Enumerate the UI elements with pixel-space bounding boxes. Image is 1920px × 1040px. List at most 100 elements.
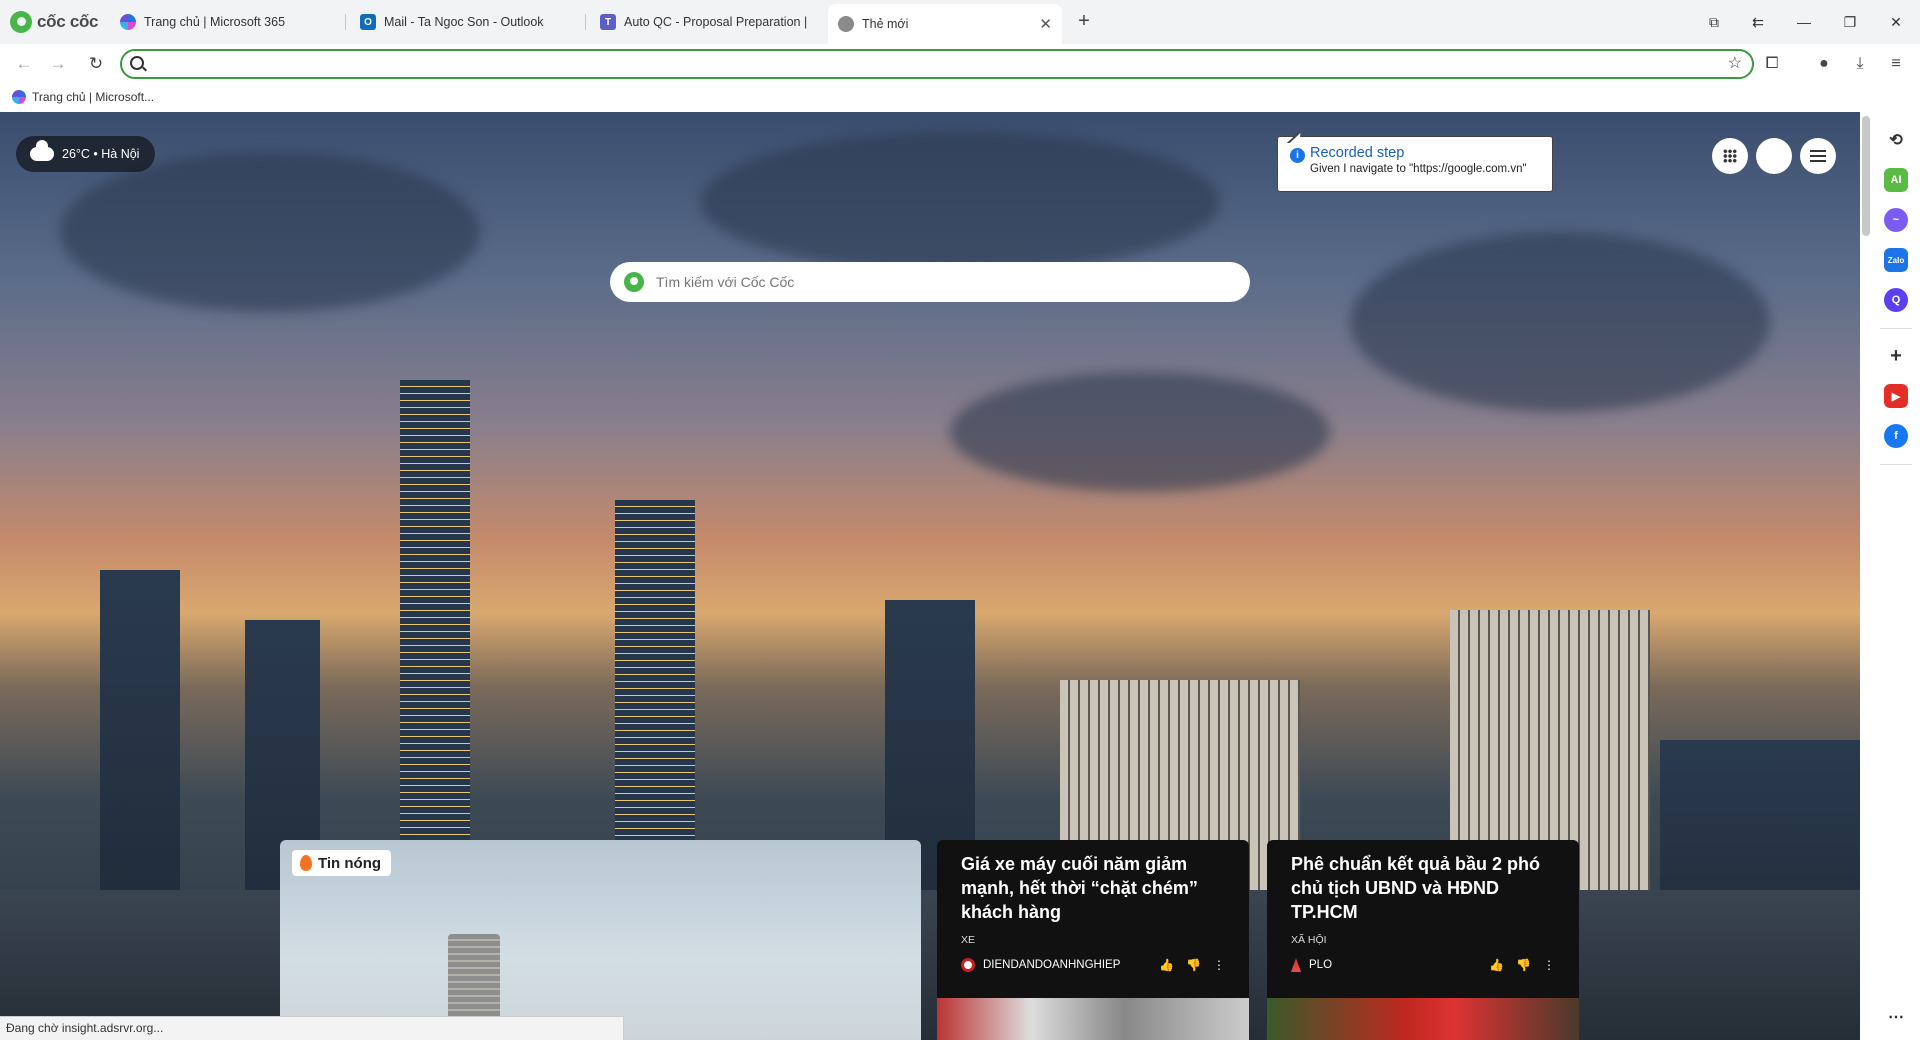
dislike-icon[interactable]: 👎 (1186, 958, 1201, 972)
messenger-icon[interactable]: ~ (1884, 208, 1908, 232)
teams-icon: T (600, 14, 616, 30)
tab-title: Trang chủ | Microsoft 365 (144, 15, 286, 29)
news-category: XÃ HỘI (1291, 934, 1327, 946)
bookmark-microsoft-365[interactable]: Trang chủ | Microsoft... (12, 90, 154, 104)
news-category: XE (961, 934, 976, 946)
toolbar: ← → ↻ ☆ ⧠ ● ⤓ ≡ (0, 44, 1920, 84)
news-thumbnail (1267, 998, 1579, 1040)
cloudy-weather-icon (30, 140, 54, 161)
news-source[interactable]: PLO (1309, 959, 1332, 971)
menu-icon[interactable]: ≡ (1884, 52, 1908, 76)
account-button[interactable] (1756, 138, 1792, 174)
apps-button[interactable] (1712, 138, 1748, 174)
facebook-icon[interactable]: f (1884, 424, 1908, 448)
tab-title: Mail - Ta Ngoc Son - Outlook (384, 15, 544, 29)
back-history-icon[interactable]: ⇇ (1746, 10, 1770, 34)
coccoc-search-input[interactable] (656, 274, 1216, 290)
outlook-icon: O (360, 14, 376, 30)
extensions-icon[interactable]: ⧠ (1760, 52, 1784, 76)
more-options-icon[interactable]: ⋮ (1543, 958, 1555, 972)
news-title[interactable]: Giá xe máy cuối năm giảm mạnh, hết thời … (961, 852, 1225, 924)
coccoc-logo-icon (624, 272, 644, 292)
background-cloud (1350, 232, 1770, 412)
reload-button[interactable]: ↻ (84, 52, 108, 76)
ai-assistant-icon[interactable]: AI (1884, 168, 1908, 192)
coccoc-brand[interactable]: cốc cốc (10, 9, 99, 35)
brand-name: cốc cốc (37, 12, 99, 31)
tooltip-title: Recorded step (1310, 145, 1405, 161)
forward-button[interactable]: → (46, 52, 70, 76)
screen-capture-icon[interactable]: ⧉ (1702, 10, 1726, 34)
sidebar-divider (1880, 464, 1912, 465)
tab-outlook-mail[interactable]: O Mail - Ta Ngoc Son - Outlook (350, 6, 580, 38)
background-cloud (950, 372, 1330, 492)
search-assistant-icon[interactable]: Q (1884, 288, 1908, 312)
settings-sliders-icon (1810, 149, 1826, 163)
info-icon: i (1290, 148, 1305, 163)
hot-news-badge: Tin nóng (292, 850, 392, 876)
history-icon[interactable]: ⟲ (1884, 128, 1908, 152)
background-cloud (60, 152, 480, 312)
news-actions: 👍 👎 ⋮ (1159, 958, 1225, 972)
address-input[interactable] (154, 54, 1714, 74)
background-cloud (700, 132, 1220, 272)
tab-separator (345, 14, 346, 30)
news-thumbnail (937, 998, 1249, 1040)
tooltip-text: Given I navigate to "https://google.com.… (1310, 163, 1527, 175)
like-icon[interactable]: 👍 (1489, 958, 1504, 972)
youtube-icon[interactable]: ▶ (1884, 384, 1908, 408)
microsoft-365-icon (12, 90, 26, 104)
more-options-icon[interactable]: ⋮ (1213, 958, 1225, 972)
dislike-icon[interactable]: 👎 (1516, 958, 1531, 972)
minimize-button[interactable]: — (1792, 10, 1816, 34)
address-bar[interactable]: ☆ (120, 49, 1754, 79)
tab-new-tab[interactable]: Thẻ mới ✕ (828, 4, 1062, 44)
flame-icon (300, 855, 312, 871)
like-icon[interactable]: 👍 (1159, 958, 1174, 972)
tab-microsoft-365[interactable]: Trang chủ | Microsoft 365 (110, 6, 340, 38)
news-meta: DIENDANDOANHNGHIEP 👍 👎 ⋮ (961, 958, 1225, 972)
hot-news-card[interactable]: Tin nóng (280, 840, 921, 1040)
weather-widget[interactable]: 26°C • Hà Nội (16, 136, 156, 172)
back-button[interactable]: ← (12, 52, 36, 76)
hot-news-label: Tin nóng (318, 854, 382, 872)
more-options-icon[interactable]: ⋯ (1884, 1005, 1908, 1029)
news-card[interactable]: Phê chuẩn kết quả bầu 2 phó chủ tịch UBN… (1267, 840, 1579, 1040)
apps-grid-icon (1723, 149, 1737, 163)
source-logo-icon (1291, 958, 1301, 972)
coccoc-logo-icon (10, 11, 32, 33)
tab-separator (585, 14, 586, 30)
source-logo-icon (961, 958, 975, 972)
news-source[interactable]: DIENDANDOANHNGHIEP (983, 959, 1120, 971)
coccoc-search-box[interactable] (610, 262, 1250, 302)
download-icon[interactable]: ⤓ (1848, 52, 1872, 76)
news-actions: 👍 👎 ⋮ (1489, 958, 1555, 972)
tab-bar: cốc cốc Trang chủ | Microsoft 365 O Mail… (0, 0, 1920, 44)
news-title[interactable]: Phê chuẩn kết quả bầu 2 phó chủ tịch UBN… (1291, 852, 1555, 924)
tab-title: Auto QC - Proposal Preparation | Mic (624, 15, 810, 29)
sidebar-divider (1880, 328, 1912, 329)
tab-title: Thẻ mới (862, 17, 909, 31)
recorded-step-tooltip: i Recorded step Given I navigate to "htt… (1277, 136, 1553, 192)
zalo-icon[interactable]: Zalo (1884, 248, 1908, 272)
status-bar: Đang chờ insight.adsrvr.org... (0, 1016, 624, 1040)
close-tab-icon[interactable]: ✕ (1039, 15, 1052, 33)
weather-text: 26°C • Hà Nội (62, 147, 140, 161)
bookmark-star-icon[interactable]: ☆ (1728, 53, 1742, 73)
search-icon (130, 56, 144, 70)
profile-avatar-icon[interactable]: ● (1812, 52, 1836, 76)
news-meta: PLO 👍 👎 ⋮ (1291, 958, 1555, 972)
coccoc-tab-icon (838, 16, 854, 32)
page-scrollbar[interactable] (1862, 116, 1870, 236)
add-icon[interactable]: + (1884, 344, 1908, 368)
customize-button[interactable] (1800, 138, 1836, 174)
restore-button[interactable]: ❐ (1838, 10, 1862, 34)
microsoft-365-icon (120, 14, 136, 30)
news-card[interactable]: Giá xe máy cuối năm giảm mạnh, hết thời … (937, 840, 1249, 1040)
tab-auto-qc-teams[interactable]: T Auto QC - Proposal Preparation | Mic (590, 6, 820, 38)
new-tab-button[interactable]: + (1072, 10, 1096, 34)
bookmarks-bar: Trang chủ | Microsoft... (0, 84, 1920, 112)
close-window-button[interactable]: ✕ (1884, 10, 1908, 34)
bookmark-label: Trang chủ | Microsoft... (32, 90, 155, 104)
new-tab-page: 26°C • Hà Nội i Recorded step Given I na… (0, 112, 1860, 1040)
